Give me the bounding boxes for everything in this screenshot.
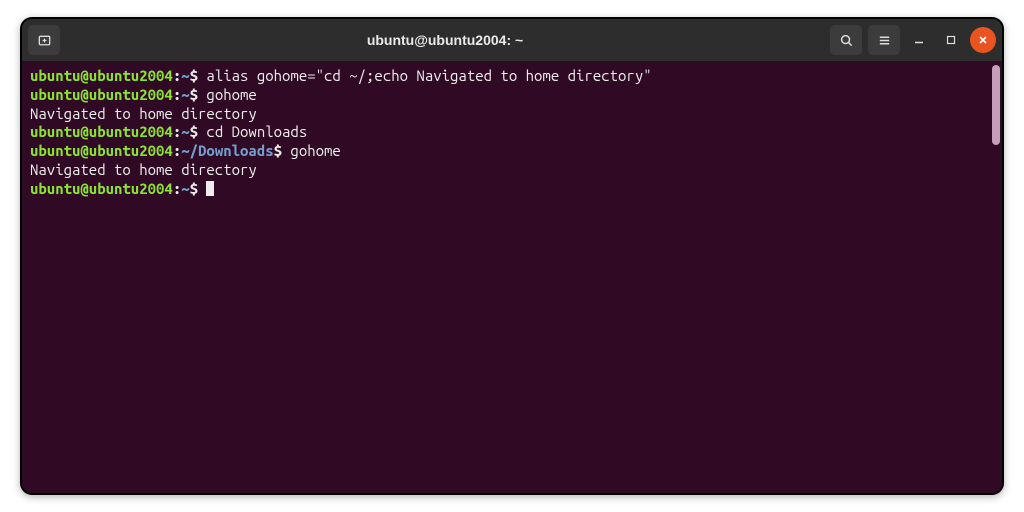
titlebar: ubuntu@ubuntu2004: ~	[22, 19, 1002, 61]
terminal-output: Navigated to home directory	[30, 105, 994, 124]
prompt-userhost: ubuntu@ubuntu2004	[30, 67, 173, 84]
prompt-colon: :	[173, 142, 181, 159]
prompt-symbol: $	[190, 123, 198, 140]
terminal-line: ubuntu@ubuntu2004:~$ alias gohome="cd ~/…	[30, 67, 994, 86]
terminal-line: ubuntu@ubuntu2004:~$ cd Downloads	[30, 123, 994, 142]
scrollbar-thumb[interactable]	[992, 65, 1000, 145]
minimize-button[interactable]	[906, 27, 932, 53]
prompt-userhost: ubuntu@ubuntu2004	[30, 142, 173, 159]
terminal-line: ubuntu@ubuntu2004:~/Downloads$ gohome	[30, 142, 994, 161]
terminal-line: ubuntu@ubuntu2004:~$ gohome	[30, 86, 994, 105]
titlebar-left	[28, 25, 60, 55]
prompt-colon: :	[173, 180, 181, 197]
command-text: alias gohome="cd ~/;echo Navigated to ho…	[198, 67, 652, 84]
command-text	[198, 180, 206, 197]
prompt-path: ~	[181, 86, 189, 103]
prompt-userhost: ubuntu@ubuntu2004	[30, 180, 173, 197]
prompt-userhost: ubuntu@ubuntu2004	[30, 123, 173, 140]
terminal-line: ubuntu@ubuntu2004:~$	[30, 180, 994, 199]
prompt-symbol: $	[190, 180, 198, 197]
close-button[interactable]	[970, 27, 996, 53]
prompt-path: ~/Downloads	[181, 142, 273, 159]
prompt-colon: :	[173, 123, 181, 140]
prompt-symbol: $	[274, 142, 282, 159]
cursor-block	[206, 181, 214, 196]
command-text: gohome	[282, 142, 341, 159]
prompt-symbol: $	[190, 67, 198, 84]
prompt-colon: :	[173, 67, 181, 84]
command-text: cd Downloads	[198, 123, 307, 140]
titlebar-right	[830, 25, 996, 55]
prompt-path: ~	[181, 123, 189, 140]
menu-button[interactable]	[868, 25, 900, 55]
terminal-body[interactable]: ubuntu@ubuntu2004:~$ alias gohome="cd ~/…	[22, 61, 1002, 493]
prompt-colon: :	[173, 86, 181, 103]
terminal-output: Navigated to home directory	[30, 161, 994, 180]
window-title: ubuntu@ubuntu2004: ~	[64, 32, 826, 48]
command-text: gohome	[198, 86, 257, 103]
terminal-window: ubuntu@ubuntu2004: ~	[20, 17, 1004, 495]
prompt-path: ~	[181, 67, 189, 84]
search-button[interactable]	[830, 25, 862, 55]
maximize-button[interactable]	[938, 27, 964, 53]
new-tab-button[interactable]	[28, 25, 60, 55]
prompt-userhost: ubuntu@ubuntu2004	[30, 86, 173, 103]
prompt-path: ~	[181, 180, 189, 197]
prompt-symbol: $	[190, 86, 198, 103]
